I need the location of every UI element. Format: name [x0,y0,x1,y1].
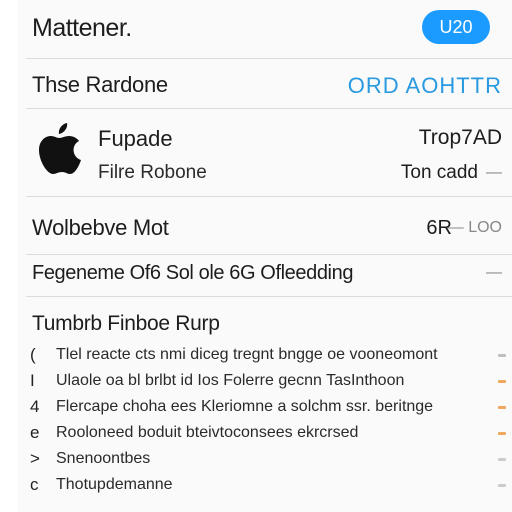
section-title: Thse Rardone [32,72,168,97]
status-indicator [498,458,506,461]
apple-logo-icon [39,123,81,174]
header: Mattener. U20 [32,10,502,44]
divider [26,254,512,255]
device-status: Trop7AD [418,126,502,149]
list-item-text: Snenoontbes [56,450,151,467]
list-marker: e [30,423,40,442]
list-item[interactable]: I Ulaole oa bl brlbt id Ios Folerre gecn… [30,369,512,395]
list-item-text: Thotupdemanne [56,476,173,493]
device-detail: Ton cadd [400,162,478,183]
list-marker: 4 [30,397,40,416]
divider [26,296,512,297]
list-item[interactable]: e Rooloneed boduit bteivtoconsees ekrcrs… [30,421,512,447]
list-marker: I [30,371,35,390]
settings-row[interactable]: Fegeneme Of6 Sol ole 6G Ofleedding — [32,262,502,288]
status-indicator [498,354,506,357]
list-item-text: Tlel reacte cts nmi diceg tregnt bngge o… [56,346,438,363]
list-item-text: Flercape choha ees Kleriomne a solchm ss… [56,398,434,415]
list-item[interactable]: ( Tlel reacte cts nmi diceg tregnt bngge… [30,343,512,369]
status-indicator [498,406,506,409]
settings-row-unit: — LOO [447,219,502,236]
device-row[interactable]: Fupade Filre Robone Trop7AD Ton cadd — [98,124,502,184]
list-title: Tumbrb Finboe Rurp [32,312,220,335]
list-item-text: Ulaole oa bl brlbt id Ios Folerre gecnn … [56,372,405,389]
status-indicator [498,432,506,435]
item-list: ( Tlel reacte cts nmi diceg tregnt bngge… [30,343,512,499]
settings-row[interactable]: Wolbebve Mot 6R — LOO [32,215,502,243]
chevron-right-icon: — [486,164,502,181]
divider [26,58,512,59]
header-action-button[interactable]: U20 [422,10,490,44]
divider [26,196,512,197]
status-indicator [498,380,506,383]
list-item[interactable]: c Thotupdemanne [30,473,512,499]
list-marker: ( [30,345,36,364]
device-subtitle: Filre Robone [98,162,207,183]
section-header-row: Thse Rardone ORD AOHTTR [32,70,502,100]
list-item-text: Rooloneed boduit bteivtoconsees ekrcrsed [56,424,359,441]
settings-row-value: — [486,264,502,281]
list-marker: c [30,475,39,494]
list-item[interactable]: > Snenoontbes [30,447,512,473]
list-marker: > [30,449,40,468]
device-name: Fupade [98,126,173,151]
settings-row-label: Fegeneme Of6 Sol ole 6G Ofleedding [32,262,354,284]
settings-row-label: Wolbebve Mot [32,215,169,240]
status-indicator [498,484,506,487]
page-title: Mattener. [32,14,132,42]
section-link[interactable]: ORD AOHTTR [348,73,502,99]
list-item[interactable]: 4 Flercape choha ees Kleriomne a solchm … [30,395,512,421]
divider [26,108,512,109]
